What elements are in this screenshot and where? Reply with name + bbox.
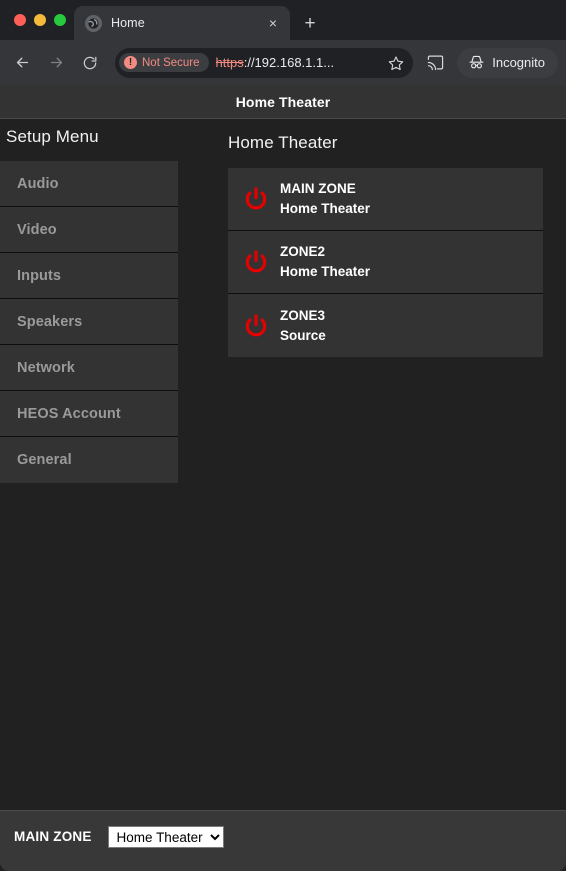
bottom-zone-label: MAIN ZONE xyxy=(14,829,92,844)
star-icon[interactable] xyxy=(388,55,404,71)
zone-info: ZONE2 Home Theater xyxy=(280,242,370,281)
power-icon[interactable] xyxy=(241,186,271,212)
window-controls xyxy=(8,0,74,40)
address-bar[interactable]: ! Not Secure https://192.168.1.1... xyxy=(115,47,414,78)
sidebar-item-label: Speakers xyxy=(17,313,83,330)
tab-strip: Home × + xyxy=(0,0,566,40)
sidebar-item-label: Audio xyxy=(17,175,59,192)
forward-arrow-icon[interactable] xyxy=(40,47,72,79)
url-scheme: https xyxy=(215,55,244,70)
page-viewport: Home Theater Setup Menu Audio Video Inpu… xyxy=(0,85,566,871)
minimize-window-button[interactable] xyxy=(34,14,46,26)
page-header: Home Theater xyxy=(0,85,566,119)
zone-row-main[interactable]: MAIN ZONE Home Theater xyxy=(228,168,543,231)
sidebar-item-label: Network xyxy=(17,359,75,376)
tab-title: Home xyxy=(111,16,145,30)
zone-row-zone3[interactable]: ZONE3 Source xyxy=(228,294,543,357)
new-tab-button[interactable]: + xyxy=(296,9,324,37)
cast-icon[interactable] xyxy=(421,49,449,77)
sidebar-item-speakers[interactable]: Speakers xyxy=(0,299,178,345)
zone-source: Home Theater xyxy=(280,264,371,279)
globe-icon xyxy=(85,14,102,32)
zone-name: MAIN ZONE xyxy=(280,181,356,197)
sidebar-item-label: Video xyxy=(17,221,57,238)
url-text: https://192.168.1.1... xyxy=(216,55,383,70)
setup-menu-sidebar: Audio Video Inputs Speakers Network HEOS… xyxy=(0,161,178,483)
zone-info: MAIN ZONE Home Theater xyxy=(280,179,370,218)
sidebar-item-inputs[interactable]: Inputs xyxy=(0,253,178,299)
power-icon[interactable] xyxy=(241,313,271,339)
url-host: ://192.168.1.1... xyxy=(243,55,335,70)
incognito-button[interactable]: Incognito xyxy=(457,47,558,78)
zone-name: ZONE3 xyxy=(280,307,326,323)
sidebar-item-network[interactable]: Network xyxy=(0,345,178,391)
browser-tab-home[interactable]: Home × xyxy=(74,6,290,40)
content-heading: Home Theater xyxy=(228,133,338,152)
close-window-button[interactable] xyxy=(14,14,26,26)
zone-row-zone2[interactable]: ZONE2 Home Theater xyxy=(228,231,543,294)
main-content: Home Theater MAIN ZONE Home Theater ZONE… xyxy=(228,133,543,357)
zone-name: ZONE2 xyxy=(280,244,326,260)
reload-icon[interactable] xyxy=(74,47,106,79)
zone-source-select[interactable]: Home Theater xyxy=(107,826,224,848)
sidebar-item-video[interactable]: Video xyxy=(0,207,178,253)
bottom-zone-bar: MAIN ZONE Home Theater xyxy=(0,810,566,871)
sidebar-item-heos-account[interactable]: HEOS Account xyxy=(0,391,178,437)
zoom-window-button[interactable] xyxy=(54,14,66,26)
zone-source: Source xyxy=(280,327,326,343)
browser-window: Home × + ! Not Secure https://192.168.1.… xyxy=(0,0,566,871)
sidebar-item-general[interactable]: General xyxy=(0,437,178,483)
browser-toolbar: ! Not Secure https://192.168.1.1... Inco… xyxy=(0,40,566,85)
back-arrow-icon[interactable] xyxy=(6,47,38,79)
close-icon[interactable]: × xyxy=(264,14,282,32)
incognito-label: Incognito xyxy=(492,55,545,70)
not-secure-label: Not Secure xyxy=(142,56,200,69)
page-title: Home Theater xyxy=(235,93,331,110)
zone-info: ZONE3 Source xyxy=(280,306,326,345)
zone-list: MAIN ZONE Home Theater ZONE2 Home Theate… xyxy=(228,168,543,357)
zone-source: Home Theater xyxy=(280,201,371,216)
sidebar-item-label: HEOS Account xyxy=(17,405,121,422)
incognito-icon xyxy=(468,54,485,71)
sidebar-item-label: General xyxy=(17,452,72,468)
not-secure-badge[interactable]: ! Not Secure xyxy=(119,53,209,72)
not-secure-icon: ! xyxy=(124,56,137,69)
power-icon[interactable] xyxy=(241,249,271,275)
sidebar-item-label: Inputs xyxy=(17,267,62,284)
sidebar-item-audio[interactable]: Audio xyxy=(0,161,178,207)
page-body: Setup Menu Audio Video Inputs Speakers N… xyxy=(0,119,566,809)
